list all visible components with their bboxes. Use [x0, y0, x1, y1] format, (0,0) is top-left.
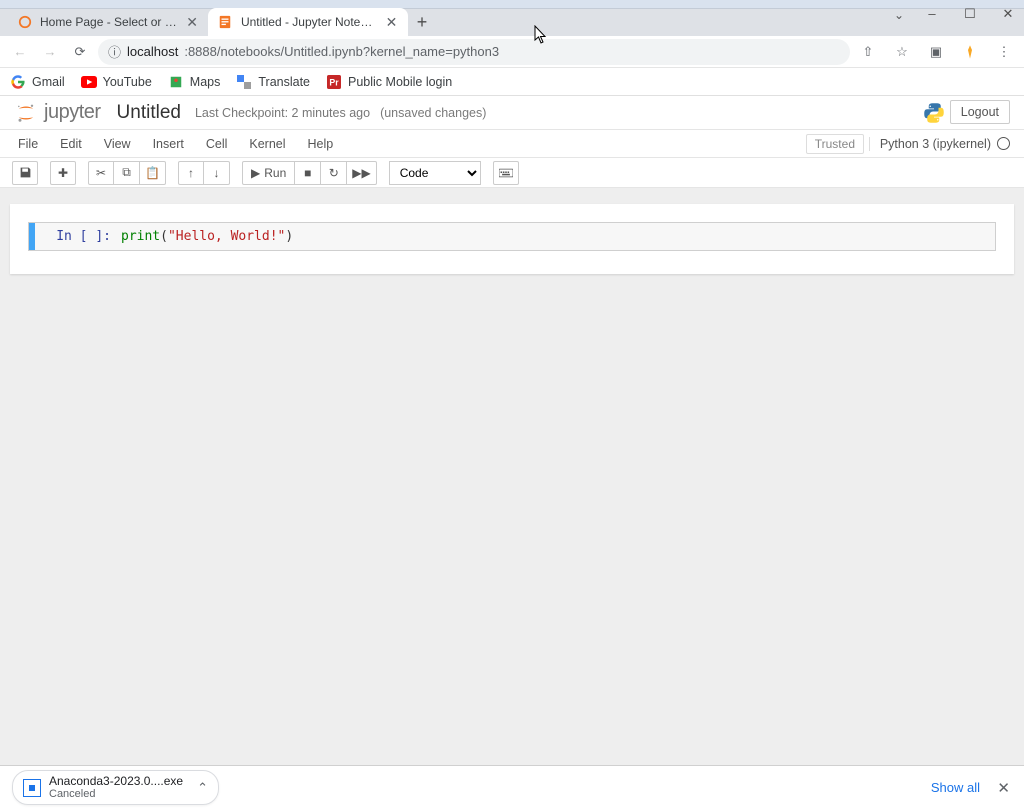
- jupyter-logo[interactable]: jupyter: [14, 101, 101, 125]
- notebook-title[interactable]: Untitled: [117, 102, 181, 124]
- close-shelf-button[interactable]: ✕: [997, 779, 1010, 797]
- bookmark-public-mobile[interactable]: Pr Public Mobile login: [326, 74, 452, 90]
- tab-title: Home Page - Select or create a n…: [40, 15, 178, 29]
- notebook-container: In [ ]: print("Hello, World!"): [10, 204, 1014, 274]
- public-mobile-icon: Pr: [326, 74, 342, 90]
- share-icon[interactable]: ⇧: [856, 40, 880, 64]
- youtube-icon: [81, 74, 97, 90]
- cut-button[interactable]: ✂: [88, 161, 114, 185]
- window-controls: – ☐ ✕: [922, 6, 1018, 22]
- toolbar: ✚ ✂ ⧉ 📋 ↑ ↓ ▶ Run ■ ↻ ▶▶ Code: [0, 158, 1024, 188]
- move-up-button[interactable]: ↑: [178, 161, 204, 185]
- maximize-button[interactable]: ☐: [960, 6, 980, 22]
- gmail-icon: [10, 74, 26, 90]
- panel-icon[interactable]: ▣: [924, 40, 948, 64]
- trusted-indicator[interactable]: Trusted: [806, 134, 864, 154]
- paste-button[interactable]: 📋: [140, 161, 166, 185]
- download-status: Canceled: [49, 788, 183, 800]
- download-name: Anaconda3-2023.0....exe: [49, 775, 183, 788]
- kernel-indicator[interactable]: Python 3 (ipykernel): [869, 137, 1010, 151]
- menubar: File Edit View Insert Cell Kernel Help T…: [0, 130, 1024, 158]
- url-host: localhost: [127, 44, 178, 59]
- kernel-name: Python 3 (ipykernel): [880, 137, 991, 151]
- jupyter-header: jupyter Untitled Last Checkpoint: 2 minu…: [0, 96, 1024, 130]
- menu-kernel[interactable]: Kernel: [249, 137, 285, 151]
- bookmarks-bar: Gmail YouTube Maps Translate Pr Public M…: [0, 68, 1024, 96]
- jupyter-logo-icon: [14, 101, 38, 125]
- cell-prompt: In [ ]:: [35, 223, 115, 250]
- menu-cell[interactable]: Cell: [206, 137, 228, 151]
- tabs-dropdown-icon[interactable]: ⌄: [894, 8, 904, 22]
- new-tab-button[interactable]: +: [408, 8, 436, 36]
- bookmark-star-icon[interactable]: ☆: [890, 40, 914, 64]
- move-down-button[interactable]: ↓: [204, 161, 230, 185]
- back-button[interactable]: ←: [8, 40, 32, 64]
- unsaved-text: (unsaved changes): [380, 106, 486, 120]
- chevron-up-icon[interactable]: ⌃: [191, 780, 208, 796]
- cell-type-select[interactable]: Code: [389, 161, 481, 185]
- minimize-button[interactable]: –: [922, 6, 942, 22]
- menu-edit[interactable]: Edit: [60, 137, 82, 151]
- reload-button[interactable]: ⟳: [68, 40, 92, 64]
- site-info-icon[interactable]: ⓘ: [108, 42, 121, 61]
- extension-icon[interactable]: [958, 40, 982, 64]
- menu-help[interactable]: Help: [308, 137, 334, 151]
- menu-file[interactable]: File: [18, 137, 38, 151]
- svg-text:Pr: Pr: [329, 77, 339, 87]
- save-button[interactable]: [12, 161, 38, 185]
- notebook-area: In [ ]: print("Hello, World!"): [0, 188, 1024, 765]
- restart-run-all-button[interactable]: ▶▶: [347, 161, 376, 185]
- address-toolbar: ← → ⟳ ⓘ localhost :8888/notebooks/Untitle…: [0, 36, 1024, 68]
- browser-tab-home[interactable]: Home Page - Select or create a n… ✕: [8, 8, 208, 36]
- browser-tabs: Home Page - Select or create a n… ✕ Unti…: [0, 8, 1024, 36]
- copy-button[interactable]: ⧉: [114, 161, 140, 185]
- translate-icon: [236, 74, 252, 90]
- code-cell[interactable]: In [ ]: print("Hello, World!"): [28, 222, 996, 251]
- browser-menu-icon[interactable]: ⋮: [992, 40, 1016, 64]
- downloads-shelf: Anaconda3-2023.0....exe Canceled ⌃ Show …: [0, 765, 1024, 809]
- url-rest: :8888/notebooks/Untitled.ipynb?kernel_na…: [184, 44, 499, 59]
- maps-icon: [168, 74, 184, 90]
- checkpoint-text: Last Checkpoint: 2 minutes ago: [195, 106, 370, 120]
- command-palette-button[interactable]: [493, 161, 519, 185]
- insert-cell-button[interactable]: ✚: [50, 161, 76, 185]
- cell-code[interactable]: print("Hello, World!"): [115, 223, 995, 250]
- notebook-favicon: [218, 14, 233, 30]
- jupyter-favicon: [18, 14, 32, 30]
- menu-view[interactable]: View: [104, 137, 131, 151]
- browser-tab-notebook[interactable]: Untitled - Jupyter Notebook ✕: [208, 8, 408, 36]
- download-item[interactable]: Anaconda3-2023.0....exe Canceled ⌃: [12, 770, 219, 805]
- bookmark-gmail[interactable]: Gmail: [10, 74, 65, 90]
- kernel-status-icon: [997, 137, 1010, 150]
- python-logo-icon: [922, 101, 946, 125]
- show-all-downloads[interactable]: Show all: [931, 780, 980, 795]
- bookmark-maps[interactable]: Maps: [168, 74, 221, 90]
- interrupt-button[interactable]: ■: [295, 161, 321, 185]
- forward-button[interactable]: →: [38, 40, 62, 64]
- close-icon[interactable]: ✕: [186, 15, 198, 29]
- bookmark-youtube[interactable]: YouTube: [81, 74, 152, 90]
- run-button[interactable]: ▶ Run: [242, 161, 295, 185]
- restart-button[interactable]: ↻: [321, 161, 347, 185]
- bookmark-translate[interactable]: Translate: [236, 74, 310, 90]
- close-window-button[interactable]: ✕: [998, 6, 1018, 22]
- logout-button[interactable]: Logout: [950, 100, 1010, 124]
- menu-insert[interactable]: Insert: [153, 137, 184, 151]
- address-bar[interactable]: ⓘ localhost :8888/notebooks/Untitled.ipyn…: [98, 39, 850, 65]
- tab-title: Untitled - Jupyter Notebook: [241, 15, 377, 29]
- download-file-icon: [23, 779, 41, 797]
- close-icon[interactable]: ✕: [385, 15, 398, 29]
- jupyter-logo-text: jupyter: [44, 101, 101, 124]
